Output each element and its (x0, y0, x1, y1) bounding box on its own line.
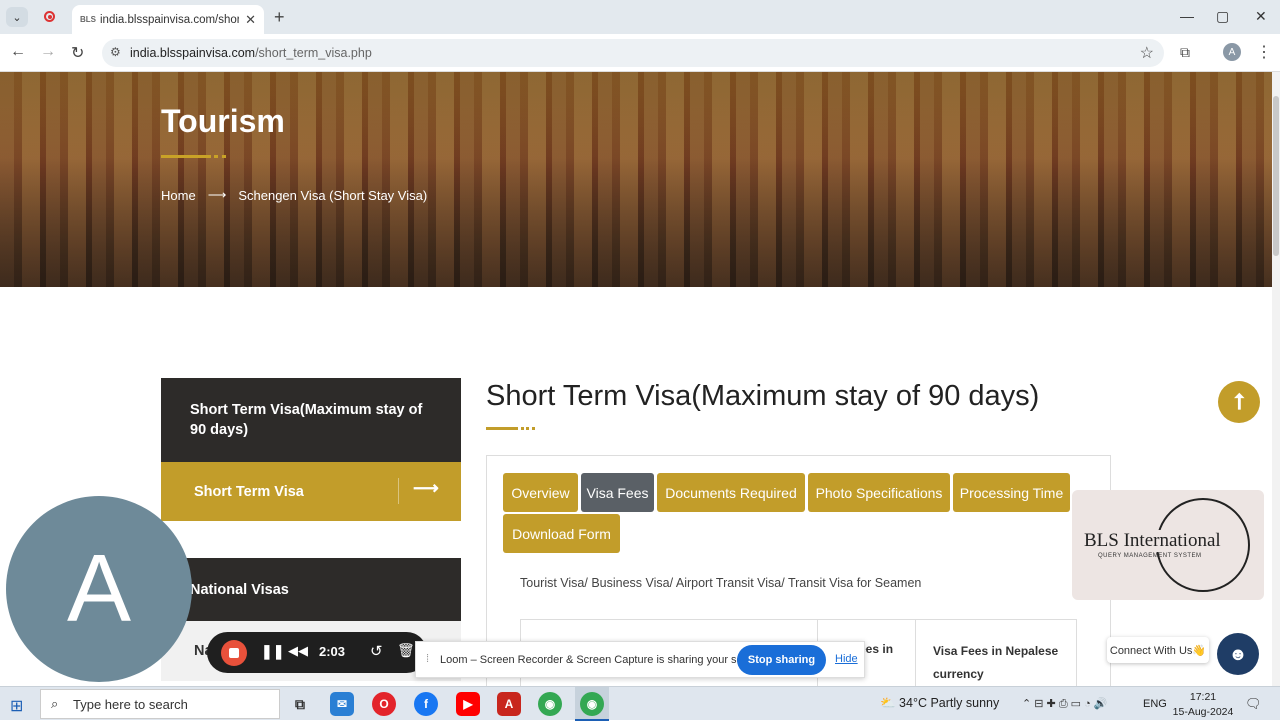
rewind-icon[interactable]: ◀◀ (288, 643, 308, 659)
notifications-icon[interactable]: 🗨 (1245, 696, 1262, 712)
opera-icon[interactable]: O (372, 692, 396, 716)
sidebar-national-header: National Visas (161, 558, 461, 621)
recording-timer: 2:03 (319, 644, 346, 659)
close-window-icon[interactable]: ✕ (1255, 8, 1267, 25)
reload-icon[interactable]: ↻ (71, 43, 84, 63)
browser-tab[interactable]: BLS india.blsspainvisa.com/short_te ✕ (72, 5, 264, 34)
search-icon: ⌕ (51, 696, 59, 711)
browser-toolbar: ← → ↻ ⚙ india.blsspainvisa.com/short_ter… (0, 34, 1280, 72)
trash-icon[interactable]: 🗑 (397, 642, 415, 659)
stop-sharing-button[interactable]: Stop sharing (737, 645, 826, 675)
profile-avatar[interactable]: A (1223, 43, 1241, 61)
forward-icon[interactable]: → (40, 43, 56, 61)
tab-visa-fees[interactable]: Visa Fees (581, 473, 654, 512)
clock-date: 15-Aug-2024 (1172, 706, 1234, 718)
minimize-icon[interactable]: — (1180, 8, 1194, 24)
tab-photo-specifications[interactable]: Photo Specifications (808, 473, 950, 512)
hero-underline (161, 155, 211, 158)
chrome-profile-icon: ◉ (580, 692, 604, 716)
tab-processing-time[interactable]: Processing Time (953, 473, 1070, 512)
facebook-icon[interactable]: f (414, 692, 438, 716)
url-path: /short_term_visa.php (255, 46, 372, 60)
arrow-right-icon: ⟶ (413, 478, 439, 498)
restart-icon[interactable]: ↺ (370, 642, 383, 660)
table-divider (915, 620, 916, 690)
youtube-icon[interactable]: ▶ (456, 692, 480, 716)
language-indicator[interactable]: ENG (1143, 698, 1167, 710)
visa-types-text: Tourist Visa/ Business Visa/ Airport Tra… (520, 576, 922, 590)
weather-widget[interactable]: ⛅ 34°C Partly sunny (880, 696, 999, 711)
title-underline-dots (521, 427, 535, 430)
tab-download-form[interactable]: Download Form (503, 514, 620, 553)
chrome-icon[interactable]: ◉ (538, 692, 562, 716)
back-icon[interactable]: ← (10, 43, 26, 61)
sidebar-item-label: Short Term Visa (194, 483, 304, 500)
maximize-icon[interactable]: ▢ (1216, 8, 1229, 25)
loom-control-bar: ❚❚ ◀◀ 2:03 ↺ 🗑 (207, 632, 427, 673)
windows-start-icon[interactable]: ⊞ (10, 696, 23, 716)
breadcrumb-arrow-icon: ⟶ (207, 187, 227, 202)
bls-logo-subtitle: QUERY MANAGEMENT SYSTEM (1098, 553, 1202, 559)
tab-documents-required[interactable]: Documents Required (657, 473, 805, 512)
url-domain: india.blsspainvisa.com (130, 46, 256, 60)
chatbot-icon[interactable]: ☻ (1217, 633, 1259, 675)
windows-taskbar: ⊞ ⌕ Type here to search ⧉ ✉ O f ▶ A ◉ ◉ … (0, 686, 1280, 721)
bookmark-star-icon[interactable]: ☆ (1140, 43, 1154, 63)
hide-link[interactable]: Hide (835, 653, 858, 665)
scroll-to-top-button[interactable]: ⭡ (1218, 381, 1260, 423)
address-bar[interactable]: ⚙ india.blsspainvisa.com/short_term_visa… (102, 39, 1164, 67)
sidebar-header: Short Term Visa(Maximum stay of 90 days) (161, 378, 461, 462)
page-scrollbar-thumb[interactable] (1273, 96, 1279, 256)
extensions-icon[interactable]: ⧉ (1180, 44, 1190, 61)
webcam-avatar: A (6, 496, 192, 682)
bls-logo-widget[interactable]: BLS International QUERY MANAGEMENT SYSTE… (1072, 490, 1264, 600)
hero-title: Tourism (161, 103, 285, 139)
tab-title: india.blsspainvisa.com/short_te (100, 13, 240, 26)
system-tray-icons[interactable]: ⌃ ⊟ ✚ ⎙ ▭ ◔ 🔊 (1022, 697, 1108, 711)
bls-favicon-icon: BLS (80, 15, 96, 24)
page-title: Short Term Visa(Maximum stay of 90 days) (486, 380, 1040, 412)
hero-underline-dots (214, 155, 226, 158)
breadcrumb-current: Schengen Visa (Short Stay Visa) (238, 187, 428, 203)
connect-with-us-bubble[interactable]: Connect With Us👋 (1107, 637, 1209, 663)
taskbar-clock[interactable]: 17:21 15-Aug-2024 (1172, 690, 1234, 720)
chrome-active-slot[interactable]: ◉ (575, 687, 609, 721)
title-underline (486, 427, 518, 430)
share-message: Loom – Screen Recorder & Screen Capture … (440, 654, 768, 666)
browser-menu-icon[interactable]: ⋮ (1256, 42, 1272, 62)
clock-time: 17:21 (1189, 691, 1217, 703)
task-view-icon[interactable]: ⧉ (288, 692, 312, 716)
browser-tab-bar: ⌄ BLS india.blsspainvisa.com/short_te ✕ … (0, 0, 1280, 34)
mail-icon[interactable]: ✉ (330, 692, 354, 716)
weather-text: 34°C Partly sunny (899, 696, 1000, 710)
drag-handle-icon[interactable]: ⁞ (426, 653, 429, 665)
loom-stop-button[interactable] (221, 640, 247, 666)
tab-search-chevron-icon[interactable]: ⌄ (6, 7, 28, 27)
acrobat-icon[interactable]: A (497, 692, 521, 716)
screen-share-bar: ⁞ Loom – Screen Recorder & Screen Captur… (415, 641, 865, 678)
table-header-nepal-fees: Visa Fees in Nepalese currency (933, 644, 1059, 681)
pause-icon[interactable]: ❚❚ (261, 643, 284, 660)
breadcrumb-home[interactable]: Home (161, 188, 196, 203)
bls-logo-name: BLS International (1084, 530, 1221, 552)
site-info-icon[interactable]: ⚙ (110, 45, 121, 59)
search-placeholder: Type here to search (73, 696, 188, 712)
new-tab-icon[interactable]: + (274, 7, 285, 28)
tab-overview[interactable]: Overview (503, 473, 578, 512)
breadcrumb: Home ⟶ Schengen Visa (Short Stay Visa) (161, 187, 427, 203)
sidebar-divider (398, 478, 399, 504)
weather-icon: ⛅ (880, 696, 900, 710)
close-tab-icon[interactable]: ✕ (245, 12, 256, 28)
taskbar-search-input[interactable]: ⌕ Type here to search (40, 689, 280, 719)
recording-icon (44, 11, 55, 22)
sidebar-item-short-term-visa[interactable]: Short Term Visa ⟶ (161, 462, 461, 521)
